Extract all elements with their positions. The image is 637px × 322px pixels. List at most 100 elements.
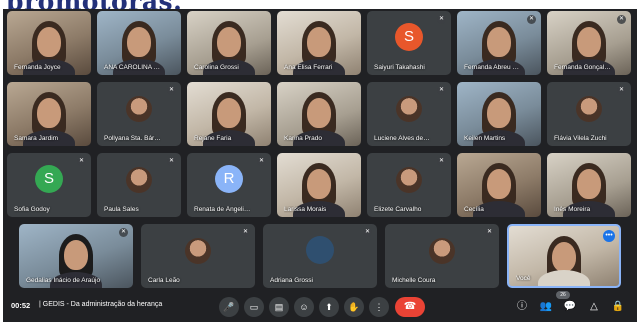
mic-off-icon: ✕ [527,15,536,24]
avatar [576,96,602,122]
more-vert-icon[interactable]: ⋮ [369,297,389,317]
participant-name: Paula Sales [104,206,139,213]
participant-tile[interactable]: ✕ Luciene Alves de M... [367,82,451,146]
video-face [217,98,241,128]
mic-off-icon: ✕ [363,228,372,237]
present-icon[interactable]: ⬆ [319,297,339,317]
avatar [429,238,455,264]
participant-name: Karina Prado [284,135,322,142]
video-face [37,27,61,57]
participant-name: Renata de Ângelis ... [194,206,251,213]
participant-name: ANA CAROLINA PA... [104,64,161,71]
side-panel-buttons: ⓘ 👥 26 💬 △ 🔒 [513,291,631,316]
mic-off-icon: ✕ [437,15,446,24]
participant-name: Você [516,275,531,282]
separator: | [39,301,41,308]
participant-name: Fernanda Abreu L... [464,64,521,71]
avatar: R [215,165,243,193]
emoji-icon[interactable]: ☺ [294,297,314,317]
participant-name: Adriana Grossi [270,277,313,284]
participant-tile[interactable]: Inês Moreira [547,153,631,217]
activities-icon[interactable]: △ [585,298,603,316]
mic-icon[interactable]: 🎤 [219,297,239,317]
video-face [487,27,511,57]
call-end-icon[interactable]: ☎ [395,297,425,317]
bottom-bar: 00:52 | GEDIS - Da administração da hera… [3,291,637,322]
video-face [307,169,331,199]
participant-tile[interactable]: Fernanda Joyce [7,11,91,75]
video-face [307,27,331,57]
participant-tile[interactable]: ✕ Fernanda Gonçalv... [547,11,631,75]
participant-tile[interactable]: R ✕ Renata de Ângelis ... [187,153,271,217]
info-icon[interactable]: ⓘ [513,298,531,316]
meet-window: Fernanda Joyce ANA CAROLINA PA... Caroli… [3,9,637,322]
mic-off-icon: ✕ [77,157,86,166]
participant-name: Gedalias Inácio de Araújo [26,277,101,284]
more-options-icon[interactable]: ••• [603,230,615,242]
mic-off-icon: ✕ [437,86,446,95]
participant-name: Fernanda Gonçalv... [554,64,611,71]
participant-name: Sofia Godoy [14,206,50,213]
participant-tile[interactable]: Carolina Grossi [187,11,271,75]
self-view-tile[interactable]: ••• Você [507,224,621,288]
hand-icon[interactable]: ✋ [344,297,364,317]
meeting-name: GEDIS - Da administração da herança [42,301,163,308]
video-face [577,27,601,57]
participant-name: Carolina Grossi [194,64,239,71]
participant-tile[interactable]: Ana Elisa Ferrari [277,11,361,75]
avatar: S [395,23,423,51]
lock-icon[interactable]: 🔒 [609,298,627,316]
participant-tile[interactable]: ✕ Elizete Carvalho [367,153,451,217]
meeting-clock: 00:52 [11,301,31,310]
participant-tile[interactable]: Rejane Faria [187,82,271,146]
participant-name: Pollyana Sta. Bárba... [104,135,161,142]
captions-icon[interactable]: ▤ [269,297,289,317]
participant-tile[interactable]: Karina Prado [277,82,361,146]
mic-off-icon: ✕ [617,15,626,24]
video-face [64,240,88,270]
mic-off-icon: ✕ [485,228,494,237]
participant-tile[interactable]: ✕ Michelle Coura [385,224,499,288]
participant-name: Ana Elisa Ferrari [284,64,333,71]
avatar [396,96,422,122]
chat-icon[interactable]: 💬 [561,298,579,316]
participant-tile[interactable]: Keilen Martins [457,82,541,146]
participant-tile[interactable]: Larissa Morais [277,153,361,217]
participant-tile[interactable]: ANA CAROLINA PA... [97,11,181,75]
mic-off-icon: ✕ [437,157,446,166]
participant-name: Larissa Morais [284,206,327,213]
participant-tile[interactable]: Cecília [457,153,541,217]
avatar [306,236,334,264]
participant-tile[interactable]: ✕ Carla Leão [141,224,255,288]
participant-tile[interactable]: ✕ Gedalias Inácio de Araújo [19,224,133,288]
mic-off-icon: ✕ [167,86,176,95]
video-face [487,169,511,199]
participant-tile[interactable]: ✕ Paula Sales [97,153,181,217]
participant-name: Saiyuri Takahashi [374,64,425,71]
participant-tile[interactable]: S ✕ Saiyuri Takahashi [367,11,451,75]
video-face [37,98,61,128]
participant-tile[interactable]: Samara Jardim [7,82,91,146]
avatar [396,167,422,193]
avatar [185,238,211,264]
video-face [577,169,601,199]
avatar [126,167,152,193]
participant-tile[interactable]: ✕ Pollyana Sta. Bárba... [97,82,181,146]
participant-tile[interactable]: ✕ Fernanda Abreu L... [457,11,541,75]
avatar [126,96,152,122]
participant-tile[interactable]: ✕ Adriana Grossi [263,224,377,288]
mic-off-icon: ✕ [119,228,128,237]
participant-tile[interactable]: ✕ Flávia Vilela Zuchi [547,82,631,146]
participant-tile[interactable]: S ✕ Sofia Godoy [7,153,91,217]
meeting-title: | GEDIS - Da administração da herança [39,301,162,308]
participant-name: Elizete Carvalho [374,206,422,213]
mic-off-icon: ✕ [617,86,626,95]
participant-name: Cecília [464,206,484,213]
avatar: S [35,165,63,193]
participant-name: Keilen Martins [464,135,506,142]
mic-off-icon: ✕ [257,157,266,166]
camera-icon[interactable]: ▭ [244,297,264,317]
people-icon[interactable]: 👥 [537,298,555,316]
video-face [217,27,241,57]
video-face [552,242,576,272]
